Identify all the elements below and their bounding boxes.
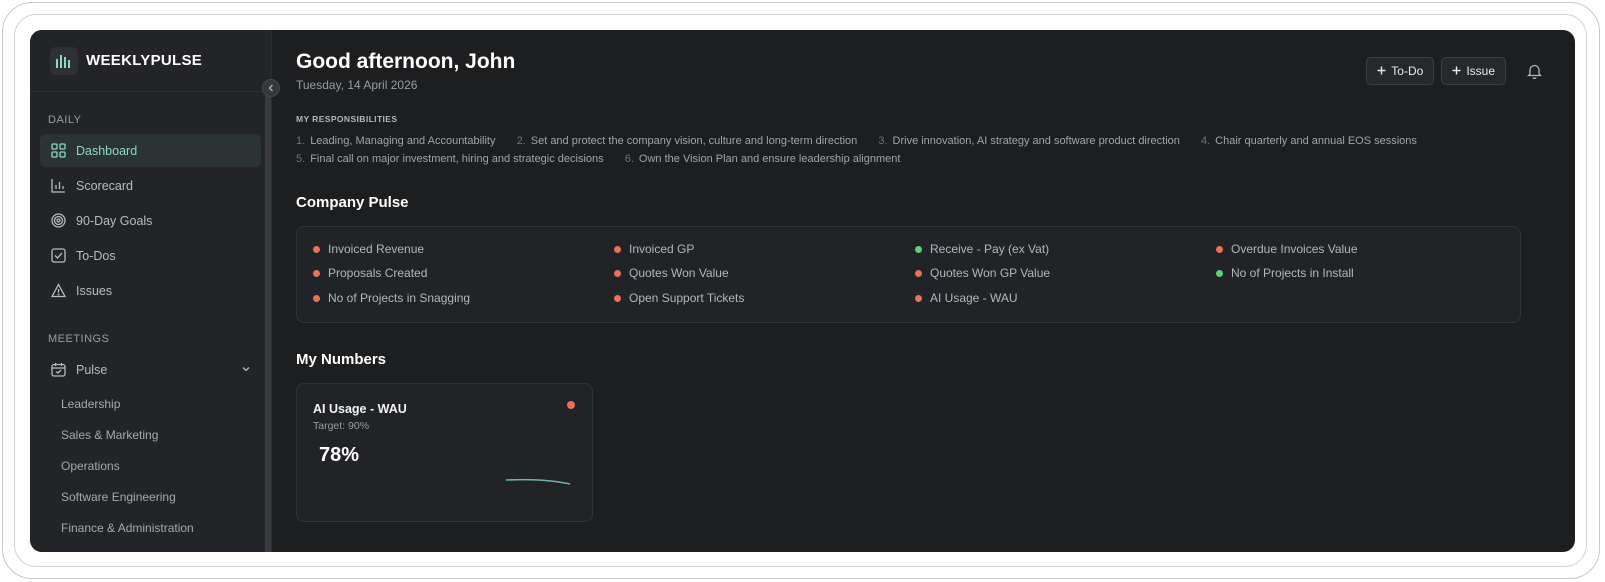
pulse-metric-label: Overdue Invoices Value xyxy=(1231,242,1358,256)
pulse-metric-label: Quotes Won GP Value xyxy=(930,266,1051,280)
add-issue-button[interactable]: Issue xyxy=(1441,57,1506,85)
metric-card-title: AI Usage - WAU xyxy=(313,402,407,416)
current-date: Tuesday, 14 April 2026 xyxy=(296,78,418,92)
meetings-section-label: MEETINGS xyxy=(48,333,110,345)
calendar-icon xyxy=(50,362,66,378)
my-numbers-title: My Numbers xyxy=(296,351,387,368)
add-issue-label: Issue xyxy=(1466,64,1495,78)
sidebar-subitem-leadership[interactable]: Leadership xyxy=(30,388,271,419)
sidebar-item-label: 90-Day Goals xyxy=(76,213,153,228)
collapse-sidebar-button[interactable] xyxy=(262,79,280,97)
sidebar-item-label: Pulse xyxy=(76,362,108,377)
pulse-metric-label: Proposals Created xyxy=(328,266,428,280)
company-pulse-panel: Invoiced Revenue Invoiced GP Receive - Pay… xyxy=(296,226,1521,323)
pulse-metric[interactable]: No of Projects in Snagging xyxy=(313,291,470,305)
pulse-metric[interactable]: Receive - Pay (ex Vat) xyxy=(915,242,1049,256)
metric-card[interactable]: AI Usage - WAU Target: 90% 78% xyxy=(296,383,593,522)
status-dot xyxy=(915,245,922,253)
add-todo-label: To-Do xyxy=(1391,64,1424,78)
chevron-left-icon xyxy=(268,84,273,92)
daily-section-label: DAILY xyxy=(48,114,82,126)
responsibility-item: 2. Set and protect the company vision, cu… xyxy=(516,135,858,147)
sidebar-subitem-operations[interactable]: Operations xyxy=(30,450,271,481)
app-window: WEEKLYPULSE DAILY Dashboard Scorecard 90… xyxy=(30,30,1575,552)
plus-icon xyxy=(1452,64,1461,78)
responsibility-item: 1. Leading, Managing and Accountability xyxy=(296,135,496,147)
responsibility-item: 4. Chair quarterly and annual EOS session… xyxy=(1200,135,1417,147)
pulse-metric[interactable]: Open Support Tickets xyxy=(614,291,744,305)
sidebar-item-dashboard[interactable]: Dashboard xyxy=(40,134,261,167)
sidebar-item-label: Dashboard xyxy=(76,143,138,158)
add-todo-button[interactable]: To-Do xyxy=(1366,57,1435,85)
sidebar-subitem-finance-administration[interactable]: Finance & Administration xyxy=(30,512,271,543)
status-dot xyxy=(915,294,922,302)
sidebar-subitem-sales-marketing[interactable]: Sales & Marketing xyxy=(30,419,271,450)
pulse-bars-icon xyxy=(50,46,78,75)
pulse-metric[interactable]: Quotes Won Value xyxy=(614,266,729,280)
pulse-metric-label: No of Projects in Install xyxy=(1231,266,1354,280)
status-dot xyxy=(313,245,320,253)
plus-icon xyxy=(1377,64,1386,78)
status-dot xyxy=(313,294,320,302)
pulse-metric[interactable]: Invoiced Revenue xyxy=(313,242,424,256)
status-dot xyxy=(567,401,575,409)
responsibilities-title: MY RESPONSIBILITIES xyxy=(296,114,398,124)
sparkline xyxy=(505,478,571,485)
responsibilities-list: 1. Leading, Managing and Accountability 2… xyxy=(296,132,1476,168)
sidebar-item-pulse[interactable]: Pulse xyxy=(40,353,261,386)
brand-name: WEEKLYPULSE xyxy=(86,52,203,69)
sidebar-item-label: Issues xyxy=(76,283,113,298)
metric-card-target: Target: 90% xyxy=(313,420,370,432)
header-actions: To-Do Issue xyxy=(1366,57,1547,85)
sidebar: WEEKLYPULSE DAILY Dashboard Scorecard 90… xyxy=(30,30,280,552)
status-dot xyxy=(915,269,922,277)
responsibility-item: 5. Final call on major investment, hiring… xyxy=(296,153,604,165)
sidebar-item-issues[interactable]: Issues xyxy=(40,274,261,307)
bell-icon[interactable] xyxy=(1521,58,1547,84)
pulse-metric-label: Invoiced GP xyxy=(629,242,695,256)
warning-icon xyxy=(50,283,66,299)
grid-icon xyxy=(50,143,66,159)
sidebar-item-label: Scorecard xyxy=(76,178,133,193)
status-dot xyxy=(1216,245,1223,253)
status-dot xyxy=(614,245,621,253)
pulse-metric[interactable]: AI Usage - WAU xyxy=(915,291,1018,305)
sidebar-item-scorecard[interactable]: Scorecard xyxy=(40,169,261,202)
pulse-metric-label: Quotes Won Value xyxy=(629,266,729,280)
pulse-metric-label: Invoiced Revenue xyxy=(328,242,425,256)
pulse-metric-label: AI Usage - WAU xyxy=(930,291,1018,305)
pulse-metric-label: Receive - Pay (ex Vat) xyxy=(930,242,1050,256)
main-content: Good afternoon, John Tuesday, 14 April 2… xyxy=(272,30,1575,552)
status-dot xyxy=(614,269,621,277)
responsibility-item: 6. Own the Vision Plan and ensure leaders… xyxy=(624,153,901,165)
responsibility-item: 3. Drive innovation, AI strategy and soft… xyxy=(878,135,1180,147)
bar-chart-icon xyxy=(50,178,66,194)
pulse-metric-label: No of Projects in Snagging xyxy=(328,291,471,305)
sidebar-item-goals[interactable]: 90-Day Goals xyxy=(40,204,261,237)
sidebar-item-label: To-Dos xyxy=(76,248,116,263)
status-dot xyxy=(1216,269,1223,277)
status-dot xyxy=(313,269,320,277)
sidebar-subitem-software-engineering[interactable]: Software Engineering xyxy=(30,481,271,512)
pulse-metric[interactable]: Invoiced GP xyxy=(614,242,694,256)
pulse-metric-label: Open Support Tickets xyxy=(629,291,745,305)
checkbox-icon xyxy=(50,248,66,264)
pulse-metric[interactable]: No of Projects in Install xyxy=(1216,266,1354,280)
page-title: Good afternoon, John xyxy=(296,50,516,73)
sidebar-scrollbar[interactable] xyxy=(265,93,271,552)
pulse-metric[interactable]: Overdue Invoices Value xyxy=(1216,242,1358,256)
chevron-down-icon[interactable] xyxy=(241,363,251,377)
pulse-metric[interactable]: Proposals Created xyxy=(313,266,427,280)
company-pulse-title: Company Pulse xyxy=(296,194,409,211)
target-icon xyxy=(50,213,66,229)
pulse-metric[interactable]: Quotes Won GP Value xyxy=(915,266,1050,280)
metric-card-value: 78% xyxy=(319,444,360,466)
status-dot xyxy=(614,294,621,302)
logo[interactable]: WEEKLYPULSE xyxy=(30,30,271,92)
sidebar-item-todos[interactable]: To-Dos xyxy=(40,239,261,272)
